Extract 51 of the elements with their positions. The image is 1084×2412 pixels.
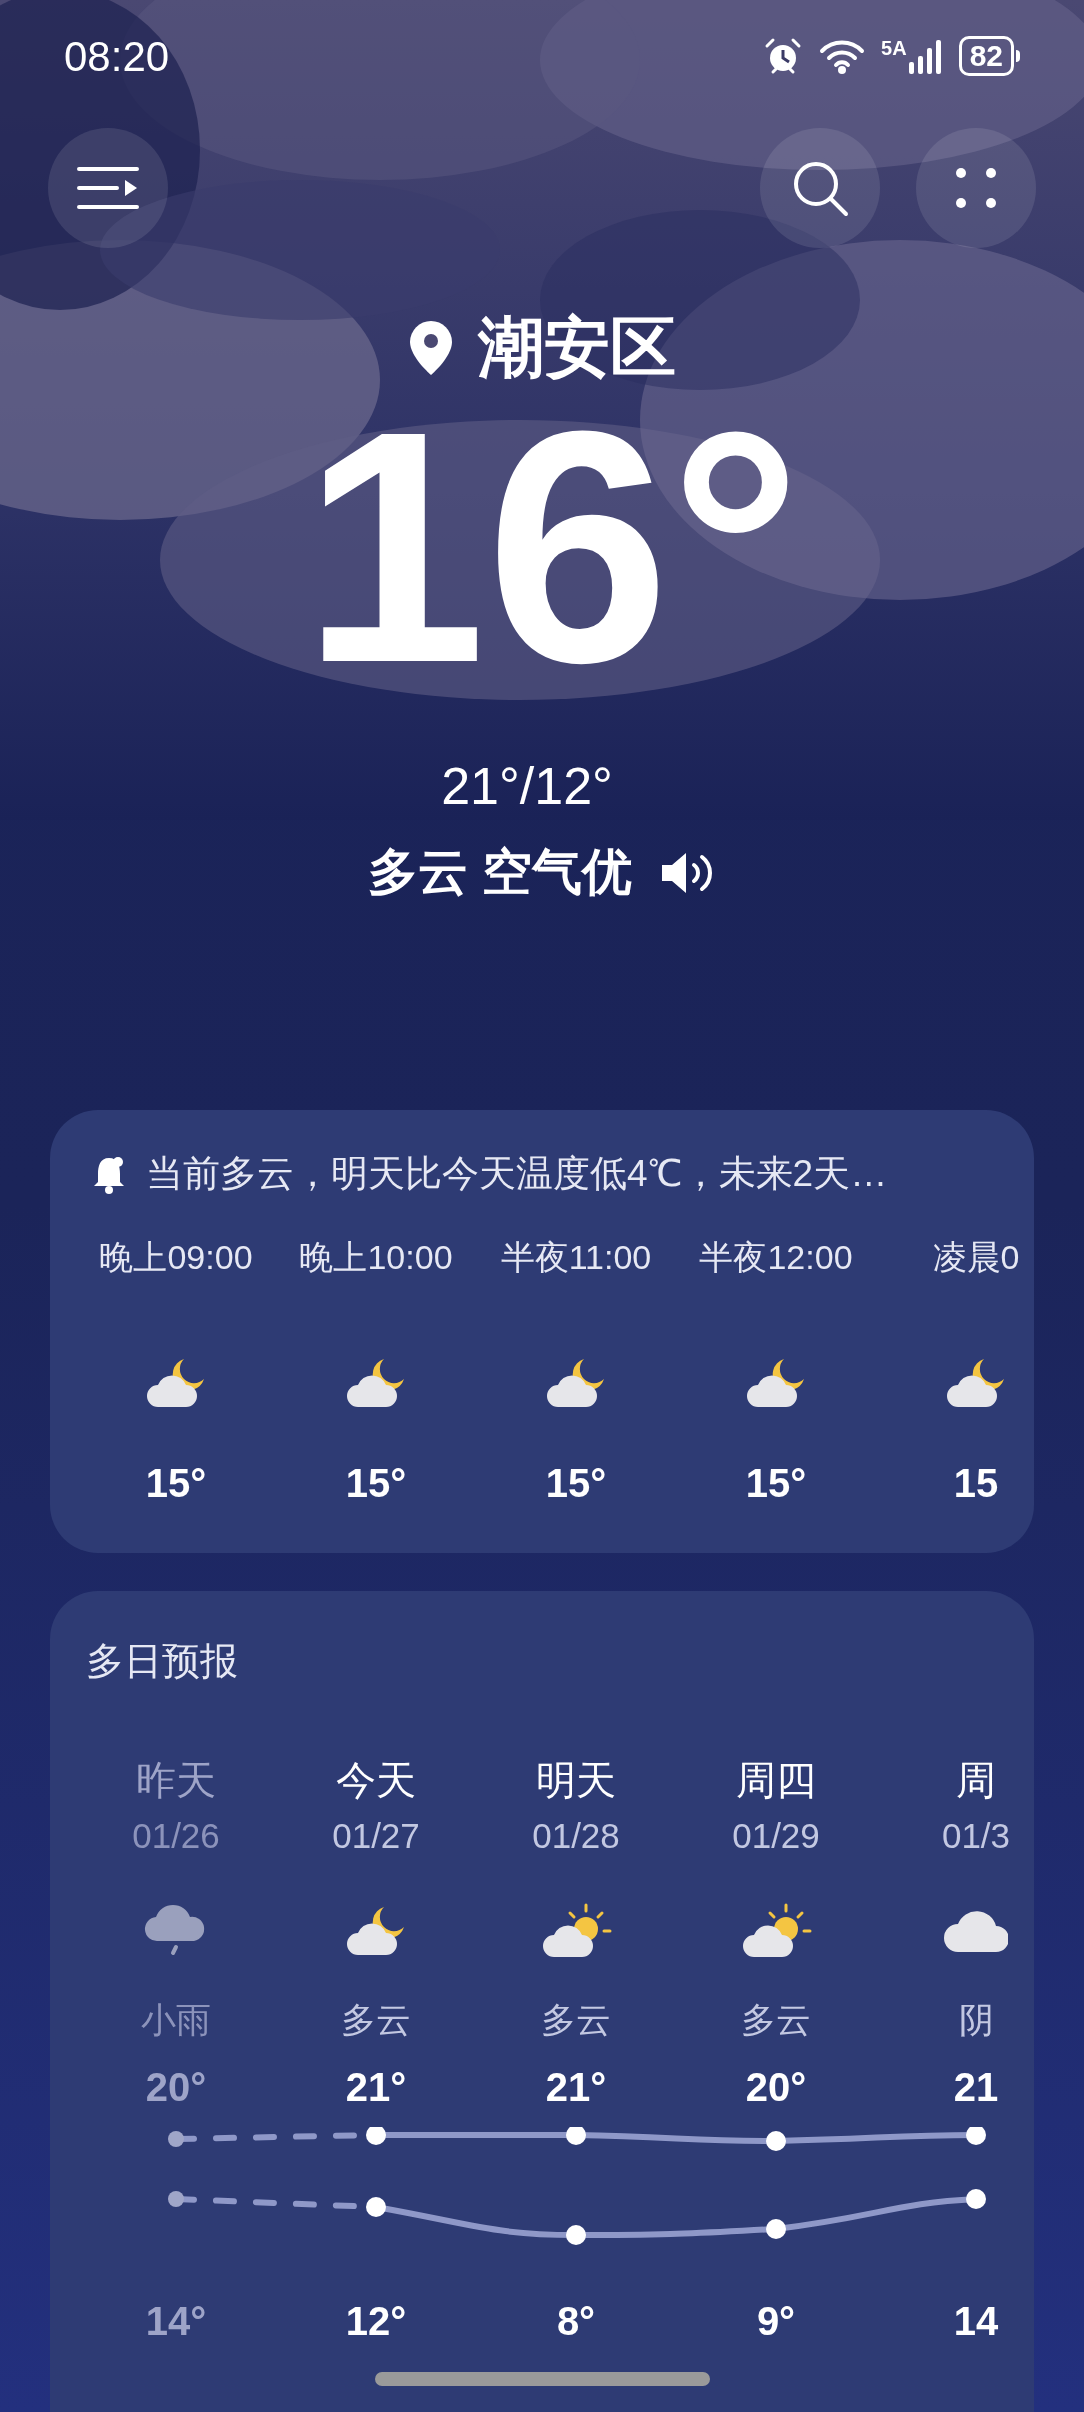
battery-level: 82 xyxy=(958,36,1014,76)
day-condition: 多云 xyxy=(541,1999,611,2041)
day-condition: 多云 xyxy=(341,1999,411,2041)
day-name: 明天 xyxy=(536,1756,616,1804)
day-condition: 阴 xyxy=(958,1999,994,2041)
day-high-temperature: 21° xyxy=(345,2063,407,2111)
day-date: 01/28 xyxy=(532,1814,620,1857)
temperature-range: 21°/12° xyxy=(441,756,613,817)
section-title: 多日预报 xyxy=(85,1638,239,1684)
signal-icon xyxy=(908,38,943,74)
day-low-temperature: 14° xyxy=(145,2297,207,2345)
cloud-sun-icon xyxy=(740,1903,812,1959)
day-condition: 小雨 xyxy=(141,1999,211,2041)
day-condition: 多云 xyxy=(741,1999,811,2041)
hour-label: 凌晨0 xyxy=(932,1236,1020,1278)
location-pin-icon xyxy=(408,318,454,377)
cloud-sun-icon xyxy=(540,1903,612,1959)
day-date: 01/29 xyxy=(732,1814,820,1857)
hour-temperature: 15 xyxy=(953,1459,999,1507)
hour-label: 半夜11:00 xyxy=(500,1236,652,1278)
hour-temperature: 15° xyxy=(745,1459,807,1507)
day-high-temperature: 20° xyxy=(145,2063,207,2111)
day-low-temperature: 9° xyxy=(756,2297,796,2345)
hour-label: 晚上09:00 xyxy=(99,1236,253,1278)
day-name: 周 xyxy=(956,1756,996,1804)
weather-condition: 多云 空气优 xyxy=(368,843,632,902)
grid-dots-icon xyxy=(956,168,996,208)
hour-temperature: 15° xyxy=(345,1459,407,1507)
network-type: 5A xyxy=(881,38,907,58)
day-name: 今天 xyxy=(336,1756,416,1804)
battery-tip-icon xyxy=(1016,50,1020,62)
day-low-temperature: 8° xyxy=(556,2297,596,2345)
day-date: 01/26 xyxy=(132,1814,220,1857)
day-name: 昨天 xyxy=(136,1756,216,1804)
day-date: 01/27 xyxy=(332,1814,420,1857)
weather-alert-text: 当前多云，明天比今天温度低4℃，未来2天… xyxy=(146,1152,888,1196)
day-low-temperature: 14 xyxy=(953,2297,999,2345)
location-name: 潮安区 xyxy=(478,309,676,386)
day-date: 01/3 xyxy=(941,1814,1011,1857)
hour-label: 半夜12:00 xyxy=(699,1236,853,1278)
day-high-temperature: 21 xyxy=(953,2063,999,2111)
hour-temperature: 15° xyxy=(545,1459,607,1507)
current-temperature: 16° xyxy=(302,387,802,707)
day-name: 周四 xyxy=(736,1756,816,1804)
clock-time: 08:20 xyxy=(64,31,170,82)
hour-label: 晚上10:00 xyxy=(299,1236,453,1278)
day-high-temperature: 20° xyxy=(745,2063,807,2111)
menu-icon xyxy=(77,165,139,211)
day-low-temperature: 12° xyxy=(345,2297,407,2345)
day-high-temperature: 21° xyxy=(545,2063,607,2111)
hour-temperature: 15° xyxy=(145,1459,207,1507)
